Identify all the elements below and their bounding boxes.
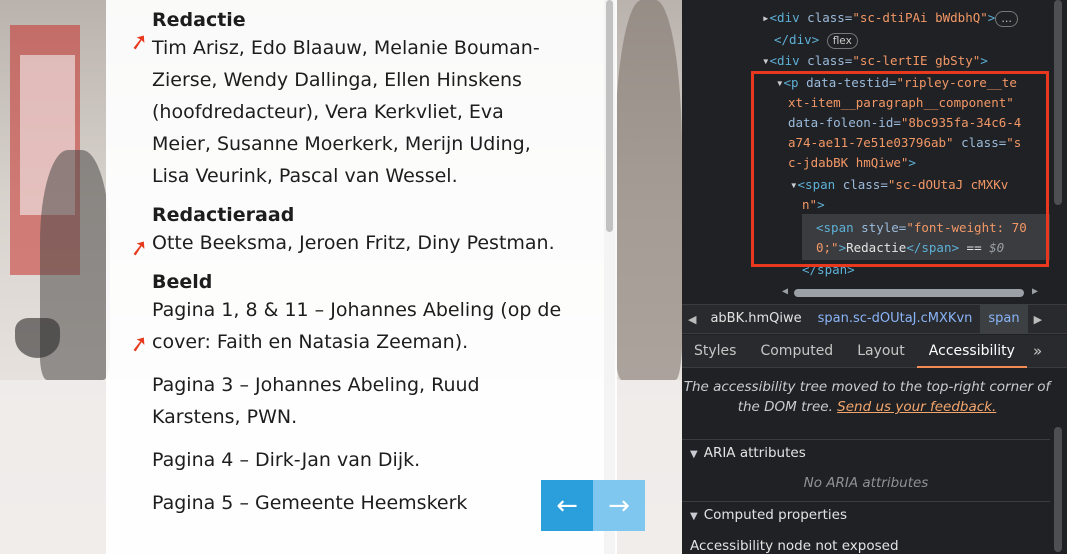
breadcrumb-scroll-left-icon[interactable]: ◀ [682, 313, 702, 326]
dom-tag: <div [769, 53, 800, 68]
section-paragraph: Otte Beeksma, Jeroen Fritz, Diny Pestman… [152, 232, 555, 254]
breadcrumb-scroll-right-icon[interactable]: ▶ [1028, 313, 1048, 326]
background-photo-person [615, 0, 682, 380]
sidebar-tabs: Styles Computed Layout Accessibility » [682, 335, 1067, 368]
dom-tag: <div [769, 10, 800, 25]
page-scrollbar-thumb[interactable] [606, 0, 613, 232]
background-photo-shoe [15, 318, 60, 358]
dom-node[interactable]: </div> flex [774, 30, 858, 50]
tab-computed[interactable]: Computed [748, 335, 845, 368]
tab-layout[interactable]: Layout [845, 335, 917, 368]
breadcrumb: ◀ abBK.hmQiwe span.sc-dOUtaJ.cMXKvn span… [682, 304, 1067, 334]
dom-tree[interactable]: ▸<div class="sc-dtiPAi bWdbhQ">… </div> … [682, 0, 1067, 302]
breadcrumb-item-current[interactable]: span [980, 304, 1028, 334]
collapse-triangle-icon: ▼ [690, 449, 698, 460]
annotation-highlight-box [751, 71, 1049, 267]
aria-attributes-header[interactable]: ▼ ARIA attributes [682, 439, 1050, 466]
expand-triangle-icon: ▸ [762, 10, 770, 25]
dom-tree-scrollbar-thumb[interactable] [1054, 0, 1062, 205]
dom-attr: class= [799, 53, 853, 68]
breadcrumb-item[interactable]: span.sc-dOUtaJ.cMXKvn [810, 304, 981, 334]
accessibility-pane-scrollbar[interactable] [1051, 419, 1065, 554]
accessibility-pane: The accessibility tree moved to the top-… [682, 369, 1067, 554]
dom-tree-vertical-scrollbar[interactable] [1051, 0, 1065, 284]
article-card: Redactie Tim Arisz, Edo Blaauw, Melanie … [106, 0, 617, 554]
dom-node[interactable]: ▾<div class="sc-lertIE gbSty"> [762, 51, 988, 71]
scroll-right-icon[interactable]: ▶ [1032, 286, 1038, 297]
dom-attr: class= [799, 10, 853, 25]
collapse-triangle-icon: ▾ [762, 53, 770, 68]
dom-tree-hscroll-thumb[interactable] [794, 289, 1024, 297]
section-paragraph: Tim Arisz, Edo Blaauw, Melanie Bouman-Zi… [152, 37, 540, 187]
dom-node[interactable]: ▸<div class="sc-dtiPAi bWdbhQ">… [762, 8, 1018, 28]
collapsed-content-badge[interactable]: … [995, 11, 1018, 27]
dom-tag: </div> [774, 32, 820, 47]
accessibility-scrollbar-thumb[interactable] [1054, 427, 1062, 552]
computed-properties-header[interactable]: ▼ Computed properties [682, 501, 1050, 528]
tab-accessibility[interactable]: Accessibility [916, 335, 1027, 368]
arrow-right-icon: → [608, 490, 630, 521]
article-text: Redactie Tim Arisz, Edo Blaauw, Melanie … [152, 4, 562, 530]
devtools-panel: ▸<div class="sc-dtiPAi bWdbhQ">… </div> … [682, 0, 1067, 554]
flex-badge[interactable]: flex [826, 33, 858, 49]
breadcrumb-item[interactable]: abBK.hmQiwe [702, 304, 809, 334]
feedback-link[interactable]: Send us your feedback. [837, 399, 996, 415]
notice-text: The accessibility tree moved to the top-… [683, 379, 1051, 395]
section-paragraph: Pagina 5 – Gemeente Heemskerk [152, 492, 468, 514]
accessibility-tree-notice: The accessibility tree moved to the top-… [682, 377, 1052, 417]
arrow-left-icon: ← [556, 490, 578, 521]
notice-text: the DOM tree. [737, 399, 833, 415]
accessibility-node-status: Accessibility node not exposed [690, 538, 899, 554]
dom-attr-value: "sc-lertIE gbSty" [852, 53, 981, 68]
collapse-triangle-icon: ▼ [690, 511, 698, 522]
aria-empty-message: No ARIA attributes [803, 475, 929, 491]
page-scrollbar[interactable] [604, 0, 615, 554]
dom-tree-horizontal-scrollbar[interactable]: ◀ ▶ [682, 284, 1067, 302]
section-paragraph: Pagina 1, 8 & 11 – Johannes Abeling (op … [152, 299, 562, 353]
section-title: Redactie [152, 9, 246, 31]
dom-tag: > [980, 53, 988, 68]
section-title: Redactieraad [152, 204, 295, 226]
scroll-left-icon[interactable]: ◀ [782, 286, 788, 297]
more-tabs-icon[interactable]: » [1027, 342, 1048, 360]
section-paragraph: Pagina 3 – Johannes Abeling, Ruud Karste… [152, 374, 480, 428]
section-title: Computed properties [703, 507, 848, 523]
section-paragraph: Pagina 4 – Dirk-Jan van Dijk. [152, 449, 421, 471]
page-viewport: Redactie Tim Arisz, Edo Blaauw, Melanie … [0, 0, 682, 554]
tab-styles[interactable]: Styles [682, 335, 748, 368]
next-page-button[interactable]: → [593, 480, 645, 531]
section-title: ARIA attributes [703, 445, 806, 461]
previous-page-button[interactable]: ← [541, 480, 593, 531]
section-title: Beeld [152, 271, 213, 293]
dom-tag: > [987, 10, 996, 25]
dom-attr-value: "sc-dtiPAi bWdbhQ" [852, 10, 988, 25]
